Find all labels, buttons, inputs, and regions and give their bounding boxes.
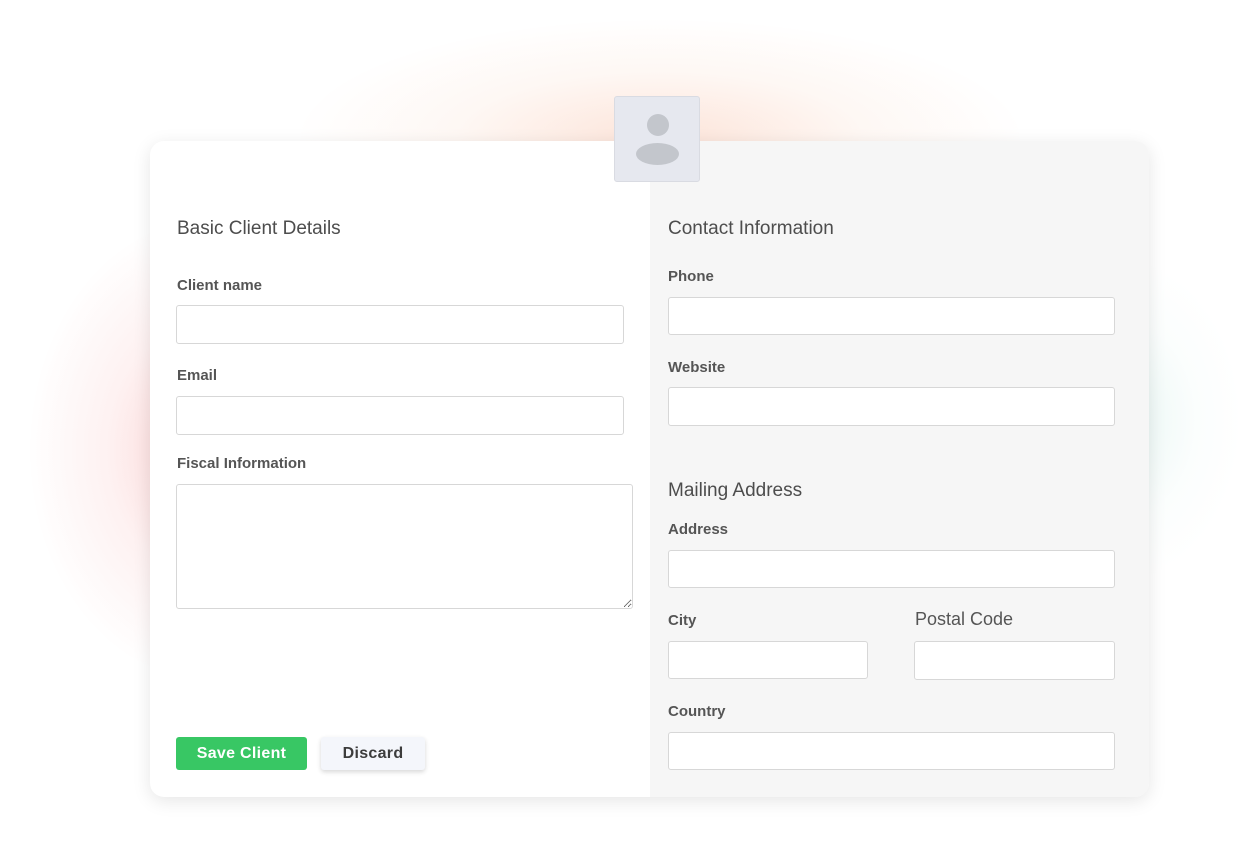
client-name-input[interactable] — [176, 305, 624, 344]
avatar-head-shape — [647, 114, 669, 136]
page-background: Basic Client Details Client name Email F… — [0, 0, 1240, 861]
website-label: Website — [668, 359, 726, 376]
city-input[interactable] — [668, 641, 868, 679]
email-input[interactable] — [176, 396, 624, 435]
address-input[interactable] — [668, 550, 1115, 588]
phone-input[interactable] — [668, 297, 1115, 335]
basic-details-heading: Basic Client Details — [177, 218, 341, 239]
avatar-placeholder-icon[interactable] — [614, 96, 700, 182]
save-client-button[interactable]: Save Client — [176, 737, 307, 770]
country-label: Country — [668, 703, 726, 720]
avatar-body-shape — [636, 143, 679, 165]
client-name-label: Client name — [177, 277, 263, 294]
postal-code-input[interactable] — [914, 641, 1115, 680]
address-label: Address — [668, 521, 729, 538]
discard-button[interactable]: Discard — [321, 737, 425, 770]
fiscal-info-textarea[interactable] — [176, 484, 633, 609]
email-label: Email — [177, 367, 218, 384]
country-input[interactable] — [668, 732, 1115, 770]
contact-info-heading: Contact Information — [668, 218, 834, 239]
website-input[interactable] — [668, 387, 1115, 426]
mailing-address-heading: Mailing Address — [668, 480, 803, 501]
phone-label: Phone — [668, 268, 714, 285]
fiscal-info-label: Fiscal Information — [177, 455, 307, 472]
postal-code-label: Postal Code — [915, 609, 1014, 629]
city-label: City — [668, 612, 697, 629]
